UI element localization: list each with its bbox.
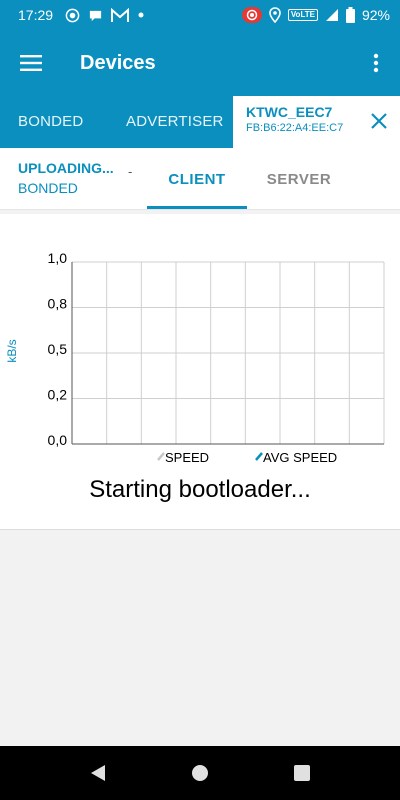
back-triangle-icon[interactable] <box>83 758 113 788</box>
location-icon <box>269 7 281 23</box>
gmail-icon <box>111 7 130 23</box>
status-time: 17:29 <box>18 7 54 23</box>
device-name: KTWC_EEC7 <box>246 104 333 120</box>
page-title: Devices <box>80 51 156 74</box>
more-vert-icon[interactable] <box>356 30 396 96</box>
battery-percent: 92% <box>361 7 390 23</box>
hamburger-menu-icon[interactable] <box>0 30 62 96</box>
battery-icon <box>345 7 355 23</box>
connection-state: UPLOADING... <box>18 160 114 176</box>
recents-square-icon[interactable] <box>287 758 317 788</box>
active-tab-indicator <box>147 206 247 209</box>
navigation-bar <box>0 746 400 800</box>
legend-swatch <box>157 452 165 461</box>
app-bar: Devices <box>0 30 400 96</box>
connection-row: UPLOADING... BONDED - CLIENT SERVER <box>0 148 400 210</box>
legend-swatch <box>255 452 263 461</box>
upload-card: kB/s 1,0 0,8 0,5 0,2 0,0 SPEED AVG SPEED Start… <box>0 214 400 530</box>
close-icon[interactable] <box>366 106 392 136</box>
record-icon <box>65 8 80 23</box>
tab-bonded[interactable]: BONDED <box>18 113 83 130</box>
y-tick-label: 0,2 <box>48 387 68 403</box>
tab-server[interactable]: SERVER <box>253 148 345 210</box>
screen-record-icon <box>241 7 262 23</box>
home-circle-icon[interactable] <box>185 758 215 788</box>
device-mac: FB:B6:22:A4:EE:C7 <box>246 122 344 134</box>
volte-icon: VoLTE <box>287 9 318 21</box>
bond-state: BONDED <box>18 180 78 196</box>
tab-advertiser[interactable]: ADVERTISER <box>126 113 224 130</box>
chat-icon <box>88 8 103 23</box>
y-tick-label: 0,0 <box>48 432 68 448</box>
status-bar: 17:29 VoLTE 92% <box>0 0 400 30</box>
legend-label: AVG SPEED <box>263 450 337 465</box>
y-tick-label: 1,0 <box>48 250 68 266</box>
signal-icon <box>325 8 339 22</box>
legend-label: SPEED <box>165 450 209 465</box>
y-tick-label: 0,5 <box>48 341 68 357</box>
tab-client[interactable]: CLIENT <box>147 148 247 210</box>
tab-device[interactable]: KTWC_EEC7 FB:B6:22:A4:EE:C7 <box>233 96 400 148</box>
speed-chart: 1,0 0,8 0,5 0,2 0,0 SPEED AVG SPEED <box>48 250 385 465</box>
dot-icon <box>137 11 145 19</box>
y-tick-label: 0,8 <box>48 296 68 312</box>
device-tabs: BONDED ADVERTISER KTWC_EEC7 FB:B6:22:A4:… <box>0 96 400 148</box>
status-message: Starting bootloader... <box>89 476 311 503</box>
separator: - <box>128 164 133 179</box>
